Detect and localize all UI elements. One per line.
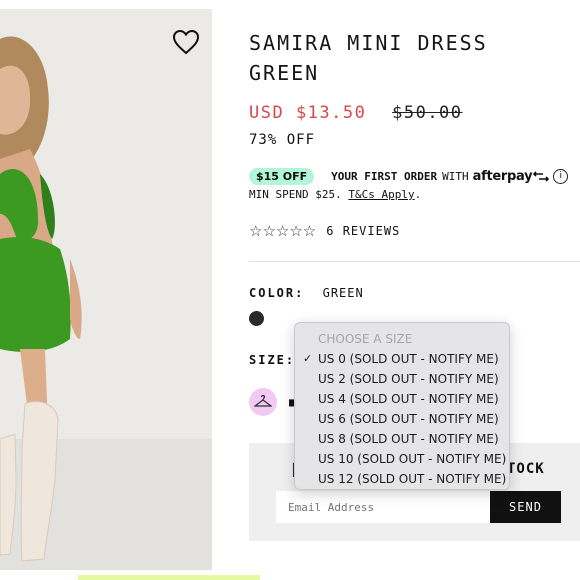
price-row: USD $13.50 $50.00: [249, 103, 463, 123]
color-swatch[interactable]: [249, 311, 264, 326]
size-option[interactable]: US 4 (SOLD OUT - NOTIFY ME): [295, 389, 509, 409]
size-option[interactable]: ✓ US 0 (SOLD OUT - NOTIFY ME): [295, 349, 509, 369]
product-title: SAMIRA MINI DRESS GREEN: [249, 31, 488, 85]
afterpay-promo: $15 OFF YOUR FIRST ORDER WITH afterpay i: [249, 167, 580, 185]
color-label: COLOR:: [249, 286, 305, 300]
tcs-link[interactable]: T&Cs Apply: [348, 188, 414, 201]
afterpay-logo: afterpay: [473, 169, 550, 184]
afterpay-terms: MIN SPEND $25. T&Cs Apply.: [249, 188, 421, 201]
tcs-suffix: .: [414, 188, 422, 201]
size-dropdown[interactable]: CHOOSE A SIZE ✓ US 0 (SOLD OUT - NOTIFY M…: [294, 322, 510, 490]
size-label: SIZE:: [249, 353, 296, 367]
size-option[interactable]: US 2 (SOLD OUT - NOTIFY ME): [295, 369, 509, 389]
product-info: SAMIRA MINI DRESS GREEN USD $13.50 $50.0…: [249, 0, 580, 580]
afterpay-badge: $15 OFF: [249, 167, 315, 185]
info-icon[interactable]: i: [553, 168, 569, 184]
size-option[interactable]: US 10 (SOLD OUT - NOTIFY ME): [295, 449, 509, 469]
add-to-bag-bar[interactable]: [78, 575, 260, 580]
rating-row[interactable]: ☆☆☆☆☆ 6 REVIEWS: [249, 222, 400, 240]
size-option[interactable]: US 12 (SOLD OUT - NOTIFY ME): [295, 469, 509, 489]
size-option-label: US 10 (SOLD OUT - NOTIFY ME): [318, 452, 507, 466]
hanger-icon: [254, 395, 272, 407]
size-placeholder: CHOOSE A SIZE: [318, 332, 413, 346]
size-option[interactable]: US 6 (SOLD OUT - NOTIFY ME): [295, 409, 509, 429]
size-option-label: US 0 (SOLD OUT - NOTIFY ME): [318, 352, 499, 366]
notify-title: TOCK: [507, 461, 545, 477]
afterpay-with: WITH: [442, 169, 469, 183]
size-option-label: US 8 (SOLD OUT - NOTIFY ME): [318, 432, 499, 446]
wishlist-heart-icon[interactable]: [172, 29, 200, 55]
afterpay-logo-text: afterpay: [472, 168, 533, 184]
email-input[interactable]: [276, 491, 490, 523]
color-row: COLOR: GREEN: [249, 286, 364, 300]
star-rating-icon: ☆☆☆☆☆: [249, 222, 317, 240]
afterpay-first-order: YOUR FIRST ORDER: [331, 169, 438, 183]
size-option-label: US 2 (SOLD OUT - NOTIFY ME): [318, 372, 499, 386]
check-icon: ✓: [303, 352, 313, 365]
size-guide-button[interactable]: [249, 388, 277, 416]
size-option-label: US 12 (SOLD OUT - NOTIFY ME): [318, 472, 507, 486]
afterpay-arrows-icon: [533, 170, 550, 182]
size-option-label: US 6 (SOLD OUT - NOTIFY ME): [318, 412, 499, 426]
divider: [249, 261, 580, 262]
reviews-link[interactable]: 6 REVIEWS: [326, 224, 400, 238]
sale-price: USD $13.50: [249, 103, 367, 123]
size-option-label: US 4 (SOLD OUT - NOTIFY ME): [318, 392, 499, 406]
original-price: $50.00: [392, 103, 463, 123]
send-button[interactable]: SEND: [490, 491, 561, 523]
size-option[interactable]: US 8 (SOLD OUT - NOTIFY ME): [295, 429, 509, 449]
product-photo-illustration: [0, 9, 212, 570]
color-value: GREEN: [322, 286, 364, 300]
product-image: [0, 9, 212, 570]
discount-label: 73% OFF: [249, 132, 316, 148]
afterpay-min-spend: MIN SPEND $25.: [249, 188, 342, 201]
